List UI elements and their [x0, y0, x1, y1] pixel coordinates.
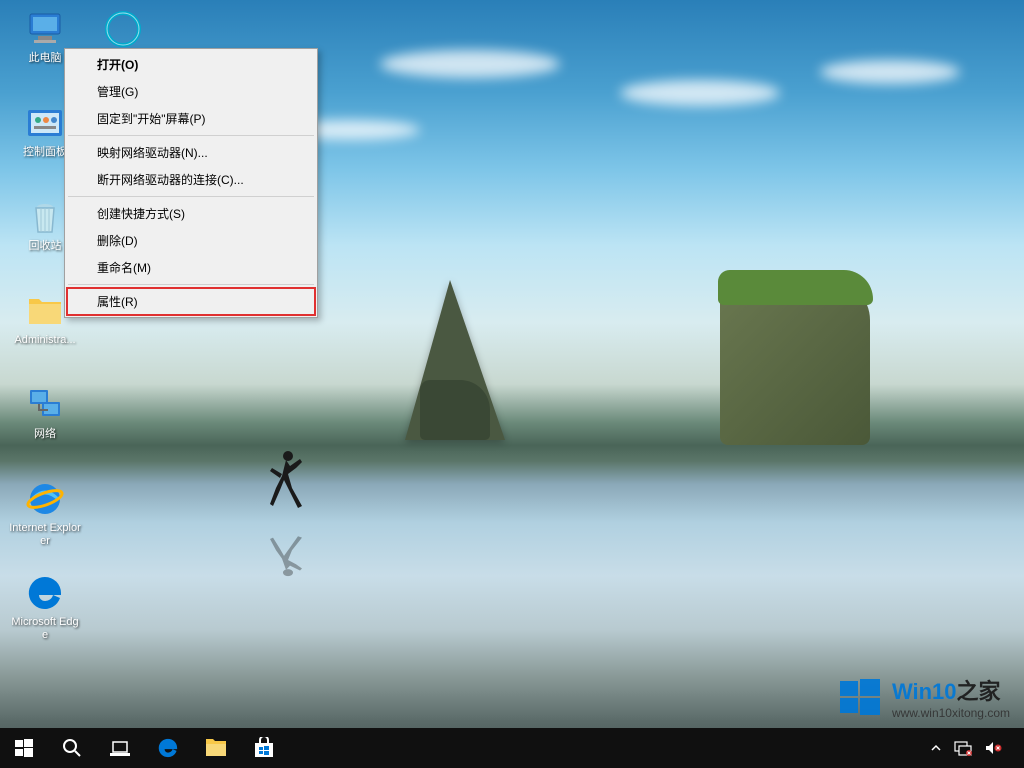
taskbar-store-button[interactable] [240, 728, 288, 768]
desktop-icon-label: Internet Explorer [9, 522, 81, 547]
menu-item-properties[interactable]: 属性(R) [67, 288, 315, 315]
desktop[interactable]: 此电脑 控制面板 回收站 Administra... 网络 [0, 0, 1024, 768]
desktop-icon-label: 回收站 [29, 240, 62, 253]
wallpaper-rock-left [405, 280, 505, 440]
menu-separator [68, 196, 314, 197]
tray-network-icon[interactable] [948, 728, 978, 768]
ie-icon [24, 478, 66, 520]
taskbar-file-explorer-button[interactable] [192, 728, 240, 768]
desktop-icon-label: 此电脑 [29, 52, 62, 65]
watermark-url: www.win10xitong.com [892, 706, 1010, 720]
desktop-icon-label: Administra... [14, 334, 75, 347]
desktop-icon-label: 控制面板 [23, 146, 67, 159]
system-tray [924, 728, 1024, 768]
task-view-button[interactable] [96, 728, 144, 768]
tray-clock[interactable] [1008, 728, 1024, 768]
taskbar [0, 728, 1024, 768]
cortana-icon [102, 8, 144, 50]
desktop-icon-network[interactable]: 网络 [8, 380, 82, 466]
desktop-icon-label: Microsoft Edge [9, 616, 81, 641]
control-panel-icon [24, 102, 66, 144]
tray-volume-icon[interactable] [978, 728, 1008, 768]
desktop-icon-microsoft-edge[interactable]: Microsoft Edge [8, 568, 82, 654]
desktop-icon-label: 网络 [34, 428, 56, 441]
context-menu: 打开(O) 管理(G) 固定到"开始"屏幕(P) 映射网络驱动器(N)... 断… [64, 48, 318, 318]
menu-item-create-shortcut[interactable]: 创建快捷方式(S) [67, 200, 315, 227]
menu-item-pin-to-start[interactable]: 固定到"开始"屏幕(P) [67, 105, 315, 132]
watermark-title: Win10之家 [892, 674, 1010, 706]
menu-separator [68, 135, 314, 136]
start-button[interactable] [0, 728, 48, 768]
wallpaper-rock-right [700, 250, 900, 445]
wallpaper-runner-reflection [258, 547, 308, 579]
user-folder-icon [24, 290, 66, 332]
tray-overflow-button[interactable] [924, 728, 948, 768]
search-button[interactable] [48, 728, 96, 768]
wallpaper-runner [258, 448, 308, 516]
edge-icon [24, 572, 66, 614]
menu-separator [68, 284, 314, 285]
recycle-bin-icon [24, 196, 66, 238]
windows-logo-icon [838, 675, 882, 719]
menu-item-map-network-drive[interactable]: 映射网络驱动器(N)... [67, 139, 315, 166]
taskbar-edge-button[interactable] [144, 728, 192, 768]
network-icon [24, 384, 66, 426]
menu-item-rename[interactable]: 重命名(M) [67, 254, 315, 281]
menu-item-disconnect-network-drive[interactable]: 断开网络驱动器的连接(C)... [67, 166, 315, 193]
desktop-icon-internet-explorer[interactable]: Internet Explorer [8, 474, 82, 560]
this-pc-icon [24, 8, 66, 50]
watermark: Win10之家 www.win10xitong.com [838, 674, 1010, 720]
menu-item-delete[interactable]: 删除(D) [67, 227, 315, 254]
menu-item-open[interactable]: 打开(O) [67, 51, 315, 78]
menu-item-manage[interactable]: 管理(G) [67, 78, 315, 105]
